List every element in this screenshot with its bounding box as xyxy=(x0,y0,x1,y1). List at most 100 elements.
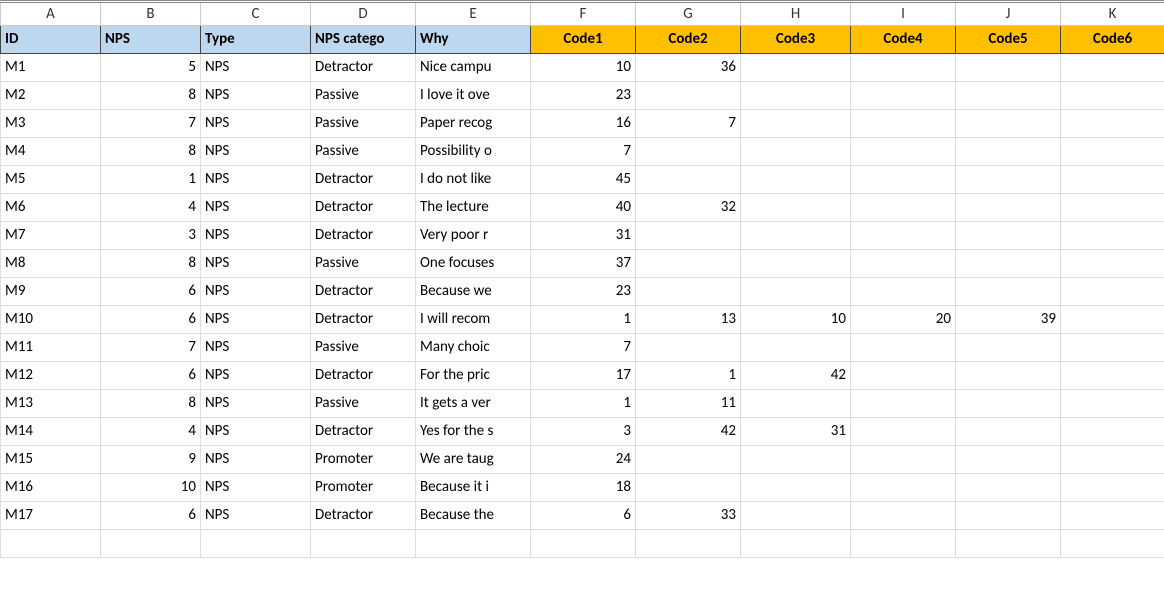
cell-id[interactable]: M2 xyxy=(1,81,101,109)
cell-code4[interactable] xyxy=(851,277,956,305)
cell-category[interactable]: Passive xyxy=(311,249,416,277)
cell-code3[interactable] xyxy=(741,165,851,193)
cell-why[interactable]: Possibility o xyxy=(416,137,531,165)
cell-code3[interactable] xyxy=(741,53,851,81)
cell-type[interactable]: NPS xyxy=(201,53,311,81)
cell-code6[interactable] xyxy=(1061,137,1164,165)
cell-type[interactable]: NPS xyxy=(201,137,311,165)
cell-code2[interactable]: 33 xyxy=(636,501,741,529)
cell-code5[interactable] xyxy=(956,417,1061,445)
cell-why[interactable]: I love it ove xyxy=(416,81,531,109)
cell-why[interactable]: I do not like xyxy=(416,165,531,193)
column-header-G[interactable]: G xyxy=(636,3,741,25)
empty-cell[interactable] xyxy=(201,529,311,557)
cell-category[interactable]: Detractor xyxy=(311,501,416,529)
cell-type[interactable]: NPS xyxy=(201,249,311,277)
cell-code4[interactable] xyxy=(851,81,956,109)
cell-code6[interactable] xyxy=(1061,81,1164,109)
cell-id[interactable]: M15 xyxy=(1,445,101,473)
cell-code4[interactable]: 20 xyxy=(851,305,956,333)
cell-id[interactable]: M4 xyxy=(1,137,101,165)
cell-code2[interactable] xyxy=(636,473,741,501)
empty-cell[interactable] xyxy=(636,529,741,557)
cell-code6[interactable] xyxy=(1061,109,1164,137)
cell-code3[interactable] xyxy=(741,137,851,165)
cell-code4[interactable] xyxy=(851,53,956,81)
cell-code3[interactable] xyxy=(741,221,851,249)
cell-code3[interactable] xyxy=(741,193,851,221)
cell-code3[interactable]: 42 xyxy=(741,361,851,389)
cell-id[interactable]: M5 xyxy=(1,165,101,193)
cell-id[interactable]: M12 xyxy=(1,361,101,389)
cell-code5[interactable] xyxy=(956,277,1061,305)
column-header-C[interactable]: C xyxy=(201,3,311,25)
cell-code6[interactable] xyxy=(1061,445,1164,473)
cell-id[interactable]: M7 xyxy=(1,221,101,249)
header-type[interactable]: Type xyxy=(201,25,311,53)
cell-code2[interactable]: 1 xyxy=(636,361,741,389)
cell-code4[interactable] xyxy=(851,389,956,417)
cell-code5[interactable] xyxy=(956,53,1061,81)
header-code1[interactable]: Code1 xyxy=(531,25,636,53)
cell-type[interactable]: NPS xyxy=(201,109,311,137)
cell-nps[interactable]: 7 xyxy=(101,333,201,361)
cell-code6[interactable] xyxy=(1061,389,1164,417)
cell-nps[interactable]: 6 xyxy=(101,305,201,333)
cell-category[interactable]: Passive xyxy=(311,81,416,109)
cell-nps[interactable]: 5 xyxy=(101,53,201,81)
cell-type[interactable]: NPS xyxy=(201,361,311,389)
cell-code4[interactable] xyxy=(851,361,956,389)
cell-why[interactable]: Nice campu xyxy=(416,53,531,81)
cell-code6[interactable] xyxy=(1061,249,1164,277)
cell-type[interactable]: NPS xyxy=(201,165,311,193)
cell-code3[interactable] xyxy=(741,333,851,361)
empty-cell[interactable] xyxy=(311,529,416,557)
cell-code3[interactable] xyxy=(741,445,851,473)
cell-code5[interactable] xyxy=(956,137,1061,165)
cell-id[interactable]: M6 xyxy=(1,193,101,221)
cell-type[interactable]: NPS xyxy=(201,445,311,473)
cell-code1[interactable]: 31 xyxy=(531,221,636,249)
cell-why[interactable]: We are taug xyxy=(416,445,531,473)
cell-why[interactable]: One focuses xyxy=(416,249,531,277)
cell-code3[interactable] xyxy=(741,249,851,277)
column-header-H[interactable]: H xyxy=(741,3,851,25)
column-header-E[interactable]: E xyxy=(416,3,531,25)
cell-id[interactable]: M17 xyxy=(1,501,101,529)
cell-category[interactable]: Detractor xyxy=(311,53,416,81)
cell-code6[interactable] xyxy=(1061,277,1164,305)
cell-code4[interactable] xyxy=(851,501,956,529)
cell-code1[interactable]: 24 xyxy=(531,445,636,473)
cell-code4[interactable] xyxy=(851,165,956,193)
cell-code3[interactable]: 31 xyxy=(741,417,851,445)
header-code6[interactable]: Code6 xyxy=(1061,25,1164,53)
cell-category[interactable]: Promoter xyxy=(311,473,416,501)
cell-code5[interactable] xyxy=(956,221,1061,249)
cell-category[interactable]: Detractor xyxy=(311,221,416,249)
cell-code2[interactable]: 32 xyxy=(636,193,741,221)
empty-cell[interactable] xyxy=(416,529,531,557)
cell-code4[interactable] xyxy=(851,417,956,445)
cell-code6[interactable] xyxy=(1061,333,1164,361)
cell-code6[interactable] xyxy=(1061,53,1164,81)
cell-code6[interactable] xyxy=(1061,473,1164,501)
cell-why[interactable]: The lecture xyxy=(416,193,531,221)
cell-code4[interactable] xyxy=(851,221,956,249)
header-id[interactable]: ID xyxy=(1,25,101,53)
cell-type[interactable]: NPS xyxy=(201,81,311,109)
cell-id[interactable]: M9 xyxy=(1,277,101,305)
cell-type[interactable]: NPS xyxy=(201,417,311,445)
header-nps-catego[interactable]: NPS catego xyxy=(311,25,416,53)
cell-code5[interactable] xyxy=(956,165,1061,193)
cell-nps[interactable]: 8 xyxy=(101,137,201,165)
cell-code1[interactable]: 7 xyxy=(531,137,636,165)
cell-why[interactable]: Because we xyxy=(416,277,531,305)
cell-nps[interactable]: 3 xyxy=(101,221,201,249)
cell-nps[interactable]: 6 xyxy=(101,361,201,389)
header-code4[interactable]: Code4 xyxy=(851,25,956,53)
cell-code1[interactable]: 17 xyxy=(531,361,636,389)
cell-nps[interactable]: 8 xyxy=(101,81,201,109)
empty-cell[interactable] xyxy=(851,529,956,557)
cell-code4[interactable] xyxy=(851,333,956,361)
cell-code4[interactable] xyxy=(851,445,956,473)
